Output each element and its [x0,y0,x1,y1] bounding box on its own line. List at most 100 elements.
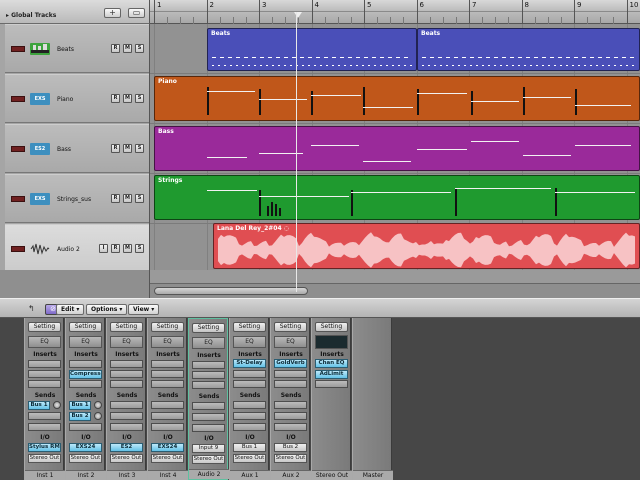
input-slot[interactable]: Input 9 [192,444,225,453]
insert-slot[interactable] [151,360,184,368]
send-slot[interactable] [233,401,266,409]
input-slot[interactable]: Stylus RMX [28,443,61,452]
eq-display[interactable]: EQ [233,336,266,348]
insert-slot[interactable] [233,370,266,378]
channel-name[interactable]: Inst 4 [148,470,188,480]
output-slot[interactable]: Stereo Out [69,454,102,463]
track-name[interactable]: Audio 2 [57,246,80,253]
insert-slot[interactable] [274,370,307,378]
cycle-area[interactable] [150,0,640,12]
setting-button[interactable]: Setting [315,322,348,332]
input-slot[interactable]: Bus 2 [274,443,307,452]
channel-strip-inst-4[interactable]: Setting EQ Inserts Sends I/O EXS24 Stereo Out I… [147,318,188,480]
options-menu[interactable]: Options ▾ [86,304,128,315]
track-name[interactable]: Bass [57,146,71,153]
send-slot[interactable] [274,423,307,431]
record-button[interactable]: R [111,94,120,103]
track-header-piano[interactable]: EXS Piano R M S [5,74,149,123]
track-lanes[interactable]: Beats Beats Piano Bass Strings Lana Del … [150,24,640,270]
send-slot[interactable] [192,402,225,410]
eq-display[interactable]: EQ [192,337,225,349]
send-slot[interactable]: Bus 1 [28,401,50,410]
output-slot[interactable]: Stereo Out [192,455,225,464]
channel-strip-inst-2[interactable]: Setting EQ Inserts Compresso Sends Bus 1 Bus 2… [65,318,106,480]
insert-slot[interactable] [69,380,102,388]
region-piano[interactable]: Piano [154,76,640,121]
record-enable-indicator[interactable] [11,46,25,52]
insert-slot[interactable] [28,370,61,378]
output-slot[interactable]: Stereo Out [233,454,266,463]
insert-plugin-slot[interactable]: St-Delay [233,359,266,368]
eq-display[interactable]: EQ [274,336,307,348]
track-name[interactable]: Piano [57,96,73,103]
track-header-beats[interactable]: Beats R M S [5,24,149,73]
add-track-button[interactable]: + [104,8,121,18]
insert-slot[interactable] [151,370,184,378]
solo-button[interactable]: S [135,194,144,203]
output-slot[interactable]: Stereo Out [110,454,143,463]
insert-plugin-slot[interactable]: GoldVerb [274,359,307,368]
track-name[interactable]: Strings_sus [57,196,91,203]
setting-button[interactable]: Setting [28,322,61,332]
send-slot[interactable] [28,423,61,431]
setting-button[interactable]: Setting [192,323,225,333]
send-slot[interactable] [192,424,225,432]
eq-display[interactable] [315,335,348,349]
insert-slot[interactable] [69,360,102,368]
track-name[interactable]: Beats [57,46,74,53]
send-slot[interactable] [151,412,184,420]
send-slot[interactable] [151,423,184,431]
setting-button[interactable]: Setting [110,322,143,332]
record-enable-indicator[interactable] [11,96,25,102]
setting-button[interactable]: Setting [69,322,102,332]
record-button[interactable]: R [111,194,120,203]
region-bass[interactable]: Bass [154,126,640,171]
channel-strip-inst-3[interactable]: Setting EQ Inserts Sends I/O ES2 Stereo Out Ins… [106,318,147,480]
record-button[interactable]: R [111,44,120,53]
send-slot[interactable] [69,423,102,431]
output-slot[interactable]: Stereo Out [274,454,307,463]
insert-slot[interactable] [192,361,225,369]
send-slot[interactable] [274,401,307,409]
setting-button[interactable]: Setting [151,322,184,332]
channel-strip-stereo-out[interactable]: Setting Inserts Chan EQ AdLimit Stereo Out [311,318,352,480]
eq-display[interactable]: EQ [28,336,61,348]
record-button[interactable]: R [111,244,120,253]
solo-button[interactable]: S [135,244,144,253]
insert-slot[interactable] [233,380,266,388]
send-slot[interactable] [151,401,184,409]
eq-display[interactable]: EQ [110,336,143,348]
bar-ruler[interactable]: 1 2 3 4 5 6 7 8 9 10 [150,0,640,24]
mute-button[interactable]: M [123,244,132,253]
input-slot[interactable]: EXS24 [69,443,102,452]
playhead[interactable] [296,12,297,292]
insert-slot[interactable] [110,360,143,368]
send-level-knob[interactable] [94,412,102,420]
horizontal-scroll-thumb[interactable] [154,287,308,295]
insert-slot[interactable] [28,360,61,368]
eq-display[interactable]: EQ [151,336,184,348]
send-slot[interactable] [110,401,143,409]
track-header-audio-2[interactable]: Audio 2 I R M S [5,224,149,273]
send-slot[interactable] [233,412,266,420]
folder-button[interactable]: ▭ [128,8,145,18]
channel-strip-aux-2[interactable]: Setting EQ Inserts GoldVerb Sends I/O Bus 2 Ste… [270,318,311,480]
insert-plugin-slot[interactable]: Chan EQ [315,359,348,368]
send-slot[interactable] [274,412,307,420]
solo-button[interactable]: S [135,94,144,103]
insert-slot[interactable] [28,380,61,388]
input-slot[interactable]: ES2 [110,443,143,452]
insert-plugin-slot[interactable]: Compresso [69,370,102,379]
track-header-strings[interactable]: EXS Strings_sus R M S [5,174,149,223]
setting-button[interactable]: Setting [233,322,266,332]
send-slot[interactable]: Bus 1 [69,401,91,410]
send-slot[interactable] [192,413,225,421]
input-monitor-button[interactable]: I [99,244,108,253]
insert-slot[interactable] [110,370,143,378]
setting-button[interactable]: Setting [274,322,307,332]
send-slot[interactable] [28,412,61,420]
insert-slot[interactable] [274,380,307,388]
insert-slot[interactable] [110,380,143,388]
channel-strip-audio-2[interactable]: Setting EQ Inserts Sends I/O Input 9 Stereo Ou… [188,318,229,480]
record-enable-indicator[interactable] [11,196,25,202]
